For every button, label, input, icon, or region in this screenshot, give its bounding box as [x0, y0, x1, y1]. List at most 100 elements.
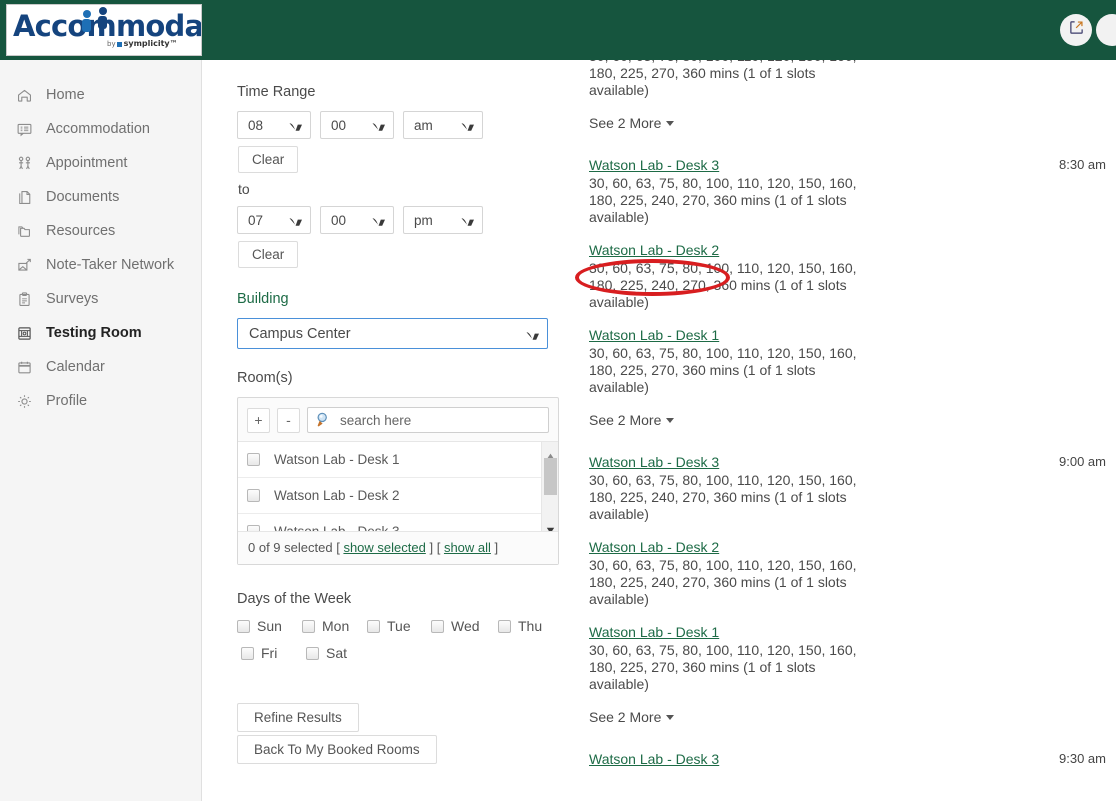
sidebar-item-calendar[interactable]: Calendar: [0, 350, 201, 384]
day-checkbox-box[interactable]: [498, 619, 511, 633]
day-checkbox-mon[interactable]: Mon: [302, 618, 367, 634]
day-checkbox-wed[interactable]: Wed: [431, 618, 498, 634]
rooms-scrollbar[interactable]: [541, 442, 558, 531]
see-more-label: See 2 More: [589, 412, 662, 428]
day-checkbox-tue[interactable]: Tue: [367, 618, 431, 634]
sidebar-item-label: Home: [46, 87, 85, 103]
from-meridiem-select[interactable]: am: [403, 111, 483, 139]
result-room-link[interactable]: Watson Lab - Desk 3: [589, 157, 719, 173]
logo-figure-head-2: [99, 7, 107, 15]
scroll-down-arrow-icon[interactable]: [546, 521, 555, 531]
day-checkbox-box[interactable]: [302, 619, 315, 633]
sidebar-item-resources[interactable]: Resources: [0, 214, 201, 248]
result-room-link[interactable]: Watson Lab - Desk 1: [589, 327, 719, 343]
chevron-down-icon: [372, 120, 386, 131]
sidebar-item-profile[interactable]: Profile: [0, 384, 201, 418]
result-item: Watson Lab - Desk 2 30, 60, 63, 75, 80, …: [589, 242, 859, 311]
rooms-add-button[interactable]: +: [247, 407, 270, 433]
sidebar-item-home[interactable]: Home: [0, 78, 201, 112]
day-checkbox-fri[interactable]: Fri: [241, 645, 306, 661]
logo-tm-text: ™: [169, 39, 178, 48]
rooms-remove-button[interactable]: -: [277, 407, 300, 433]
day-checkbox-sun[interactable]: Sun: [237, 618, 302, 634]
day-checkbox-box[interactable]: [306, 646, 319, 660]
rooms-option-checkbox[interactable]: [247, 489, 260, 502]
result-durations: 30, 60, 63, 75, 80, 100, 110, 120, 150, …: [589, 260, 857, 310]
see-more-label: See 2 More: [589, 709, 662, 725]
rooms-search-wrap[interactable]: [307, 407, 549, 433]
see-more-toggle[interactable]: See 2 More: [589, 115, 675, 131]
to-hour-select[interactable]: 07: [237, 206, 311, 234]
to-clear-wrap: Clear: [238, 241, 578, 268]
external-link-button[interactable]: [1060, 14, 1092, 46]
time-range-label: Time Range: [237, 84, 316, 100]
show-selected-link[interactable]: show selected: [343, 540, 425, 555]
from-minute-select[interactable]: 00: [320, 111, 394, 139]
results-group: Watson Lab - Desk 1 30, 60, 63, 75, 80, …: [578, 60, 1116, 157]
result-durations: 30, 60, 63, 75, 80, 100, 110, 120, 150, …: [589, 557, 857, 607]
results-group: 9:30 am Watson Lab - Desk 3: [578, 751, 1116, 769]
chevron-down-icon: [289, 120, 303, 131]
back-to-my-booked-rooms-button[interactable]: Back To My Booked Rooms: [237, 735, 437, 764]
scroll-up-arrow-icon[interactable]: [546, 447, 555, 460]
sidebar-item-testing-room[interactable]: Testing Room: [0, 316, 201, 350]
logo-wordmark: Accommodate: [13, 9, 202, 43]
from-minute-value: 00: [331, 117, 347, 133]
results-panel[interactable]: Watson Lab - Desk 1 30, 60, 63, 75, 80, …: [578, 60, 1116, 801]
sidebar-item-note-taker-network[interactable]: Note-Taker Network: [0, 248, 201, 282]
rooms-option-row[interactable]: Watson Lab - Desk 3: [238, 514, 558, 531]
see-more-toggle[interactable]: See 2 More: [589, 709, 675, 725]
results-group-time: 9:30 am: [1059, 751, 1106, 766]
sidebar-item-label: Surveys: [46, 291, 99, 307]
rooms-option-row[interactable]: Watson Lab - Desk 1: [238, 442, 558, 478]
result-room-link[interactable]: Watson Lab - Desk 3: [589, 454, 719, 470]
day-checkbox-sat[interactable]: Sat: [306, 645, 371, 661]
sidebar-item-label: Resources: [46, 223, 116, 239]
sidebar-item-label: Documents: [46, 189, 120, 205]
result-room-link-highlighted[interactable]: Watson Lab - Desk 2: [589, 242, 719, 258]
rooms-scrollbar-thumb[interactable]: [544, 458, 557, 495]
day-checkbox-box[interactable]: [367, 619, 380, 633]
result-room-link[interactable]: Watson Lab - Desk 1: [589, 624, 719, 640]
rooms-option-checkbox[interactable]: [247, 525, 260, 531]
sidebar-item-surveys[interactable]: Surveys: [0, 282, 201, 316]
sidebar-nav: Home Accommodation Appointment Documents: [0, 60, 202, 801]
sidebar-item-accommodation[interactable]: Accommodation: [0, 112, 201, 146]
day-label: Thu: [518, 618, 543, 634]
sidebar-item-documents[interactable]: Documents: [0, 180, 201, 214]
accommodate-logo[interactable]: Accommodate by symplicity™: [6, 4, 202, 56]
see-more-toggle[interactable]: See 2 More: [589, 412, 675, 428]
bracket-close: ]: [429, 540, 434, 555]
rooms-selected-count: 0 of 9 selected: [248, 540, 333, 555]
day-checkbox-thu[interactable]: Thu: [498, 618, 542, 634]
building-select[interactable]: Campus Center: [237, 318, 548, 349]
day-checkbox-box[interactable]: [431, 619, 444, 633]
to-minute-select[interactable]: 00: [320, 206, 394, 234]
result-room-link[interactable]: Watson Lab - Desk 3: [589, 751, 719, 767]
days-row-2: Fri Sat: [237, 645, 578, 661]
from-clear-button[interactable]: Clear: [238, 146, 299, 173]
sidebar-item-label: Calendar: [46, 359, 105, 375]
external-link-icon: [1069, 20, 1084, 40]
day-label: Sun: [257, 618, 282, 634]
day-checkbox-box[interactable]: [241, 646, 254, 660]
to-meridiem-select[interactable]: pm: [403, 206, 483, 234]
day-checkbox-box[interactable]: [237, 619, 250, 633]
result-item: Watson Lab - Desk 1 30, 60, 63, 75, 80, …: [589, 60, 859, 99]
result-item: Watson Lab - Desk 3 30, 60, 63, 75, 80, …: [589, 454, 859, 523]
to-clear-button[interactable]: Clear: [238, 241, 299, 268]
user-menu-button[interactable]: [1096, 14, 1116, 46]
days-of-week-label: Days of the Week: [237, 591, 352, 607]
show-all-link[interactable]: show all: [444, 540, 491, 555]
result-room-link[interactable]: Watson Lab - Desk 2: [589, 539, 719, 555]
chevron-down-icon: [666, 121, 675, 126]
chevron-down-icon: [666, 418, 675, 423]
results-group-time: 8:30 am: [1059, 157, 1106, 172]
from-hour-select[interactable]: 08: [237, 111, 311, 139]
rooms-option-row[interactable]: Watson Lab - Desk 2: [238, 478, 558, 514]
rooms-option-checkbox[interactable]: [247, 453, 260, 466]
sidebar-item-appointment[interactable]: Appointment: [0, 146, 201, 180]
sidebar-item-label: Testing Room: [46, 325, 142, 341]
rooms-search-input[interactable]: [338, 411, 548, 429]
refine-results-button[interactable]: Refine Results: [237, 703, 359, 732]
